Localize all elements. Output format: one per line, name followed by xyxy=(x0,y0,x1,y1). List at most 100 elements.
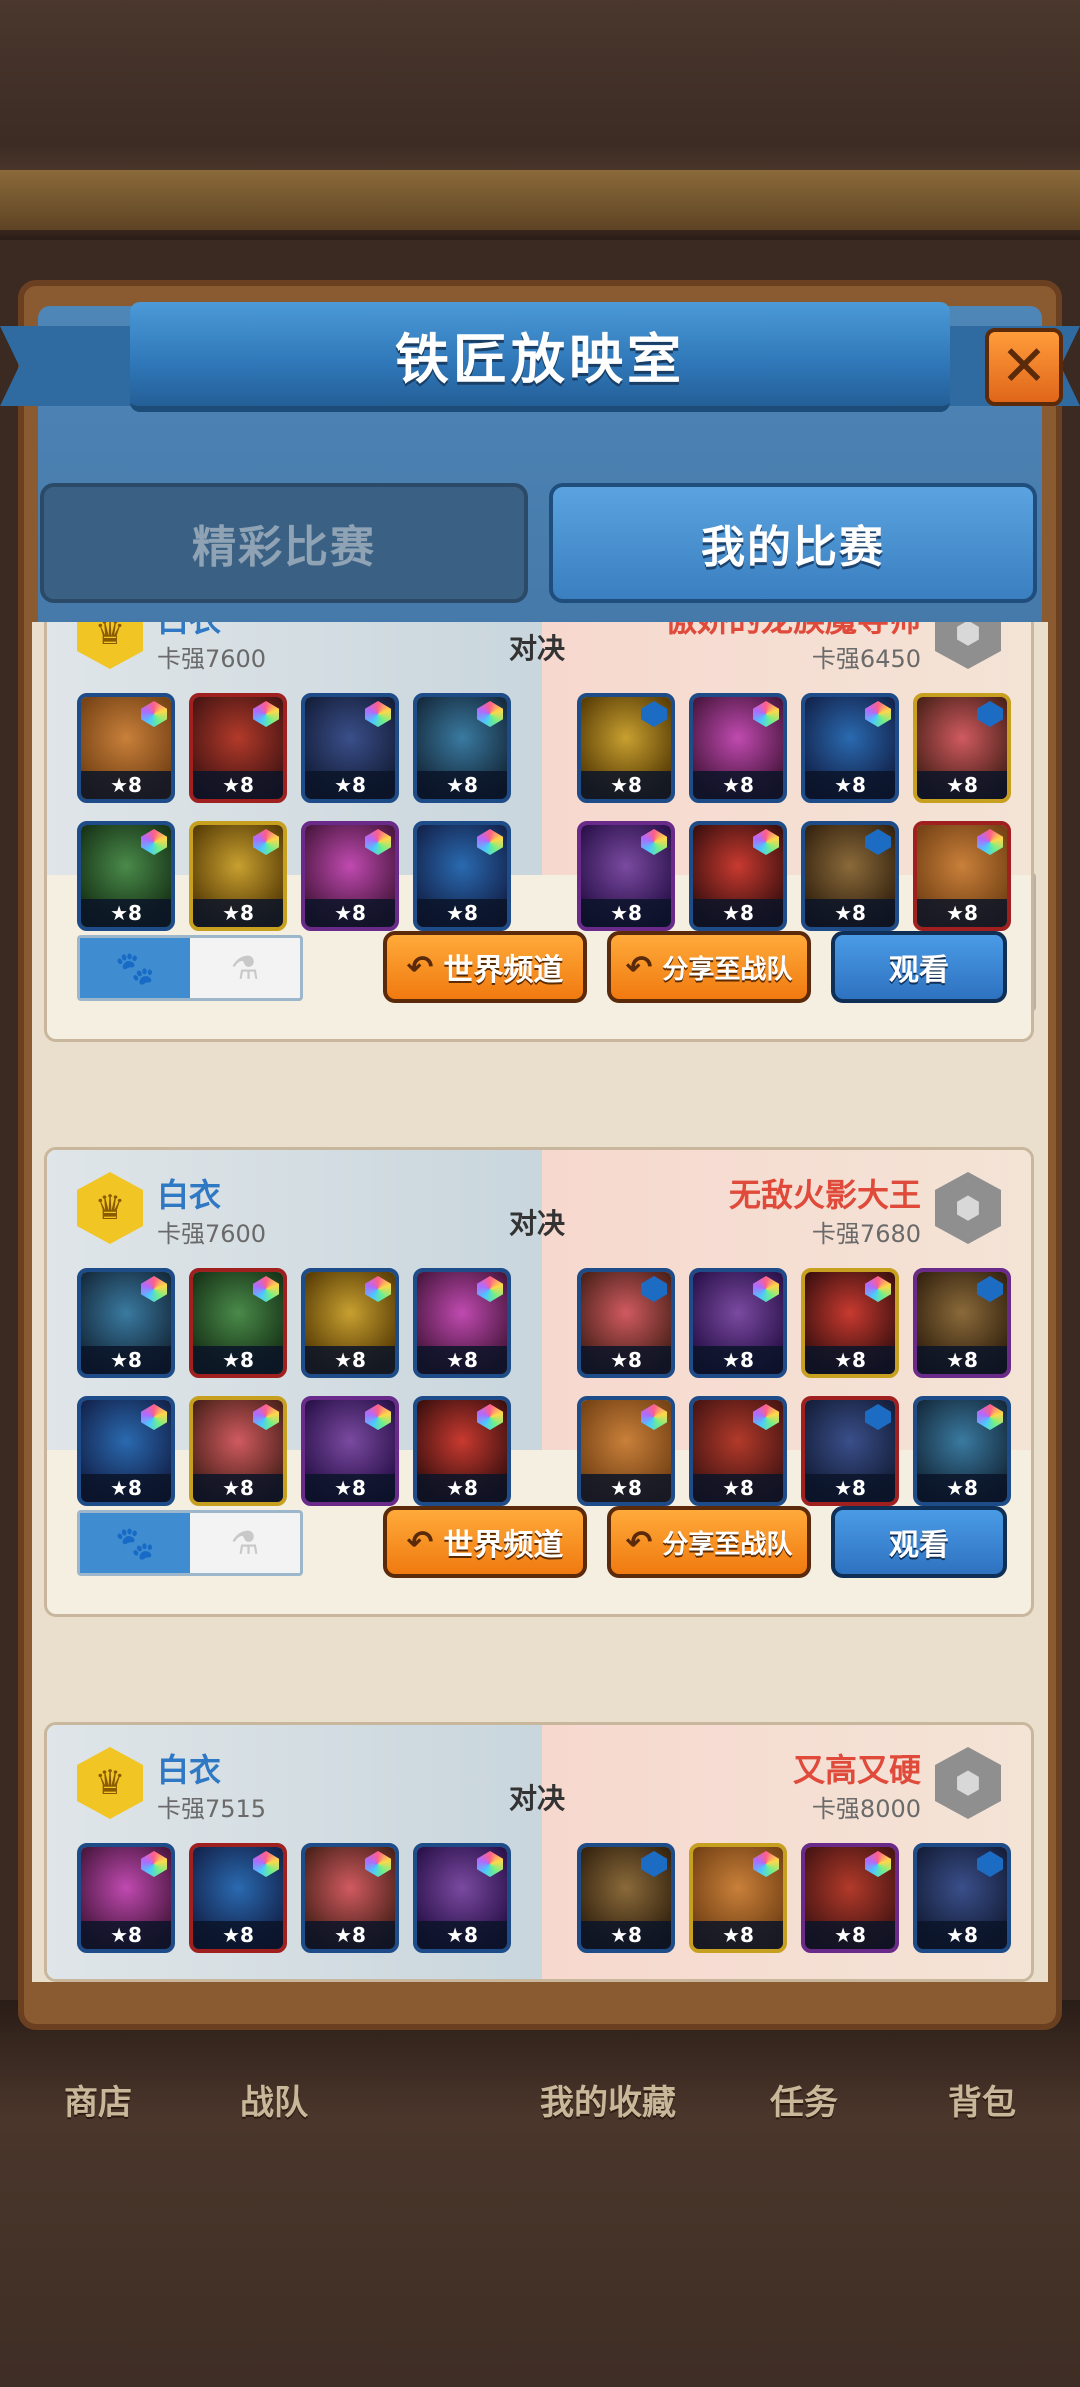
hero-star-level: ★8 xyxy=(693,1921,783,1949)
hero-card[interactable]: ★8 xyxy=(689,821,787,931)
hero-card[interactable]: ★8 xyxy=(801,1396,899,1506)
share-arrow-icon: ↶ xyxy=(406,1523,434,1561)
hero-card[interactable]: ★8 xyxy=(577,693,675,803)
hero-star-level: ★8 xyxy=(581,1346,671,1374)
hero-card[interactable]: ★8 xyxy=(801,821,899,931)
hero-card[interactable]: ★8 xyxy=(301,821,399,931)
hero-star-level: ★8 xyxy=(805,1474,895,1502)
match-list[interactable]: ♛ ⬢ 白衣 卡强7600 对决 傲娇的龙族魔导师 卡强6450 ★8 ★8 ★… xyxy=(32,622,1048,1982)
share-team-button[interactable]: ↶ 分享至战队 xyxy=(607,931,811,1003)
hero-card[interactable]: ★8 xyxy=(913,821,1011,931)
nav-collection[interactable]: 我的收藏 xyxy=(540,2075,676,2124)
hero-star-level: ★8 xyxy=(305,899,395,927)
hero-star-level: ★8 xyxy=(193,1474,283,1502)
hero-card[interactable]: ★8 xyxy=(189,821,287,931)
left-player-power: 卡强7600 xyxy=(157,1220,267,1248)
hero-card[interactable]: ★8 xyxy=(301,1396,399,1506)
hero-star-level: ★8 xyxy=(81,899,171,927)
right-player-power: 卡强8000 xyxy=(811,1795,921,1823)
close-icon: ✕ xyxy=(1000,334,1048,399)
hero-card[interactable]: ★8 xyxy=(189,1396,287,1506)
nav-shop[interactable]: 商店 xyxy=(64,2075,132,2124)
hero-card[interactable]: ★8 xyxy=(189,1268,287,1378)
hero-card[interactable]: ★8 xyxy=(801,1268,899,1378)
hero-card[interactable]: ★8 xyxy=(577,821,675,931)
hero-card[interactable]: ★8 xyxy=(689,1843,787,1953)
hero-star-level: ★8 xyxy=(417,899,507,927)
left-player-name[interactable]: 白衣 xyxy=(157,1170,221,1216)
hero-card[interactable]: ★8 xyxy=(301,693,399,803)
hero-card[interactable]: ★8 xyxy=(913,1268,1011,1378)
hero-card[interactable]: ★8 xyxy=(913,1396,1011,1506)
tab-highlight-matches[interactable]: 精彩比赛 xyxy=(40,483,528,603)
hero-star-level: ★8 xyxy=(417,1346,507,1374)
hero-star-level: ★8 xyxy=(805,899,895,927)
hero-star-level: ★8 xyxy=(305,1346,395,1374)
hero-card[interactable]: ★8 xyxy=(413,1396,511,1506)
close-button[interactable]: ✕ xyxy=(985,328,1063,406)
hero-star-level: ★8 xyxy=(805,1921,895,1949)
hero-card[interactable]: ★8 xyxy=(413,1268,511,1378)
left-player-name[interactable]: 白衣 xyxy=(157,1745,221,1791)
hero-card[interactable]: ★8 xyxy=(77,1843,175,1953)
hero-card[interactable]: ★8 xyxy=(189,1843,287,1953)
hero-card[interactable]: ★8 xyxy=(689,1396,787,1506)
hero-star-level: ★8 xyxy=(581,1921,671,1949)
hero-card[interactable]: ★8 xyxy=(77,693,175,803)
hero-star-level: ★8 xyxy=(805,1346,895,1374)
share-arrow-icon: ↶ xyxy=(625,948,653,986)
hero-star-level: ★8 xyxy=(693,899,783,927)
wood-frame-top xyxy=(0,170,1080,230)
tab-my-matches[interactable]: 我的比赛 xyxy=(549,483,1037,603)
potion-icon: ⚗ xyxy=(230,1524,260,1562)
nav-team[interactable]: 战队 xyxy=(240,2075,308,2124)
nav-bag[interactable]: 背包 xyxy=(948,2075,1016,2124)
share-world-channel-button[interactable]: ↶ 世界频道 xyxy=(383,931,587,1003)
pet-toggle[interactable]: 🐾 ⚗ xyxy=(77,1510,303,1576)
hero-card[interactable]: ★8 xyxy=(189,693,287,803)
hero-card[interactable]: ★8 xyxy=(577,1268,675,1378)
hero-card[interactable]: ★8 xyxy=(301,1843,399,1953)
hero-star-level: ★8 xyxy=(81,1346,171,1374)
hero-card[interactable]: ★8 xyxy=(413,1843,511,1953)
watch-button[interactable]: 观看 xyxy=(831,931,1007,1003)
hero-star-level: ★8 xyxy=(417,1921,507,1949)
share-world-channel-button[interactable]: ↶ 世界频道 xyxy=(383,1506,587,1578)
hero-star-level: ★8 xyxy=(305,771,395,799)
hero-star-level: ★8 xyxy=(193,771,283,799)
hero-card[interactable]: ★8 xyxy=(689,1268,787,1378)
hero-card[interactable]: ★8 xyxy=(77,1268,175,1378)
share-arrow-icon: ↶ xyxy=(625,1523,653,1561)
hero-card[interactable]: ★8 xyxy=(913,1843,1011,1953)
modal-title: 铁匠放映室 xyxy=(395,327,685,391)
hero-card[interactable]: ★8 xyxy=(77,1396,175,1506)
watch-button[interactable]: 观看 xyxy=(831,1506,1007,1578)
hero-star-level: ★8 xyxy=(917,1921,1007,1949)
hero-star-level: ★8 xyxy=(693,1474,783,1502)
hero-card[interactable]: ★8 xyxy=(413,821,511,931)
hero-star-level: ★8 xyxy=(693,771,783,799)
hero-card[interactable]: ★8 xyxy=(801,1843,899,1953)
hero-card[interactable]: ★8 xyxy=(913,693,1011,803)
hero-card[interactable]: ★8 xyxy=(577,1843,675,1953)
match-card: ♛ ⬢ 白衣 卡强7600 对决 傲娇的龙族魔导师 卡强6450 ★8 ★8 ★… xyxy=(44,622,1034,1042)
hero-star-level: ★8 xyxy=(81,1474,171,1502)
right-player-name[interactable]: 无敌火影大王 xyxy=(729,1170,921,1216)
right-player-name[interactable]: 又高又硬 xyxy=(793,1745,921,1791)
hero-card[interactable]: ★8 xyxy=(301,1268,399,1378)
hero-card[interactable]: ★8 xyxy=(801,693,899,803)
hero-star-level: ★8 xyxy=(81,771,171,799)
hero-star-level: ★8 xyxy=(581,771,671,799)
hero-card[interactable]: ★8 xyxy=(689,693,787,803)
vs-label: 对决 xyxy=(509,1782,566,1815)
pet-toggle[interactable]: 🐾 ⚗ xyxy=(77,935,303,1001)
hero-star-level: ★8 xyxy=(81,1921,171,1949)
paw-icon: 🐾 xyxy=(80,938,190,998)
hero-card[interactable]: ★8 xyxy=(77,821,175,931)
nav-tasks[interactable]: 任务 xyxy=(770,2075,838,2124)
share-team-button[interactable]: ↶ 分享至战队 xyxy=(607,1506,811,1578)
hero-card[interactable]: ★8 xyxy=(413,693,511,803)
right-player-power: 卡强7680 xyxy=(811,1220,921,1248)
hero-card[interactable]: ★8 xyxy=(577,1396,675,1506)
share-arrow-icon: ↶ xyxy=(406,948,434,986)
